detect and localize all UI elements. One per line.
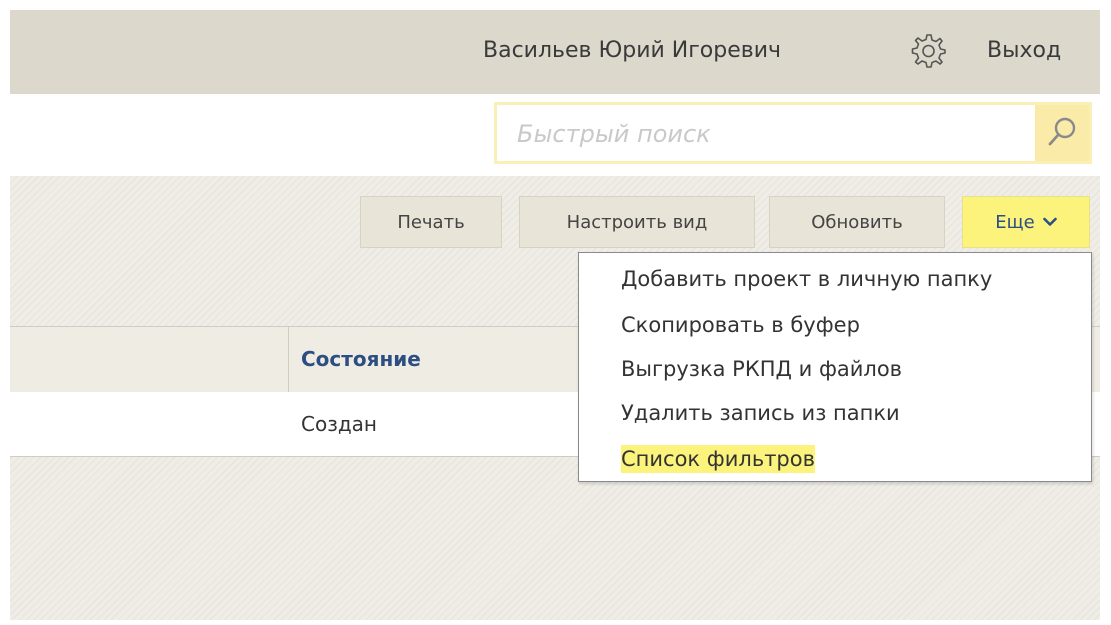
print-button[interactable]: Печать (360, 196, 502, 248)
chevron-down-icon (1042, 217, 1057, 226)
customize-view-label: Настроить вид (566, 211, 708, 233)
menu-item-filter-list[interactable]: Список фильтров (621, 445, 815, 473)
column-divider (288, 327, 289, 393)
top-bar: Васильев Юрий Игоревич Выход (10, 10, 1100, 94)
print-button-label: Печать (397, 211, 465, 233)
gear-icon[interactable] (910, 32, 946, 68)
customize-view-button[interactable]: Настроить вид (519, 196, 755, 248)
refresh-button-label: Обновить (811, 211, 903, 233)
user-name[interactable]: Васильев Юрий Игоревич (483, 38, 781, 63)
search-input[interactable] (515, 105, 1019, 163)
menu-item-add-to-personal-folder[interactable]: Добавить проект в личную папку (621, 267, 992, 291)
menu-item-export-rkpd-files[interactable]: Выгрузка РКПД и файлов (621, 357, 902, 381)
refresh-button[interactable]: Обновить (769, 196, 945, 248)
more-button-label: Еще (995, 211, 1035, 233)
more-button[interactable]: Еще (962, 196, 1090, 248)
column-header-state[interactable]: Состояние (301, 347, 421, 371)
search-button[interactable] (1035, 105, 1089, 161)
more-menu-dropdown: Добавить проект в личную папку Скопирова… (578, 252, 1092, 482)
quick-search-box (494, 102, 1092, 164)
logout-link[interactable]: Выход (987, 38, 1061, 63)
table-cell-state: Создан (301, 412, 377, 436)
menu-item-remove-from-folder[interactable]: Удалить запись из папки (621, 401, 900, 425)
search-bar (10, 94, 1100, 176)
menu-item-copy-to-buffer[interactable]: Скопировать в буфер (621, 313, 860, 337)
search-icon (1048, 117, 1076, 146)
